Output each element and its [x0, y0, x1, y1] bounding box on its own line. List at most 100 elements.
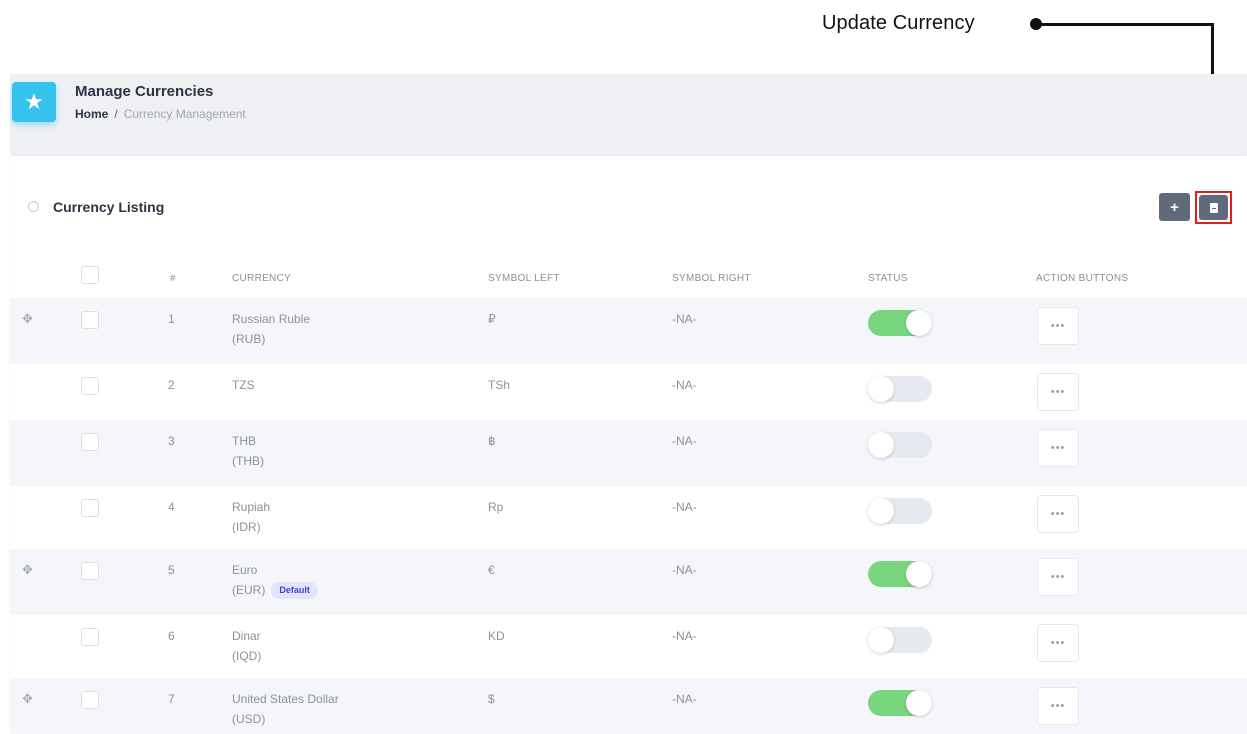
annotation-connector-horizontal: [1040, 23, 1213, 26]
row-number: 6: [168, 629, 175, 643]
symbol-left: ₽: [488, 312, 496, 326]
col-header-action-buttons: ACTION BUTTONS: [1036, 273, 1129, 284]
currency-title: Russian Ruble: [232, 312, 311, 326]
row-actions-button[interactable]: •••: [1037, 429, 1079, 467]
currency-title: United States Dollar: [232, 692, 339, 706]
toggle-knob: [868, 376, 894, 402]
currency-title: THB: [232, 434, 256, 448]
card-header: Currency Listing +: [10, 156, 1247, 256]
row-number: 4: [168, 500, 175, 514]
symbol-right: -NA-: [672, 312, 697, 326]
symbol-right: -NA-: [672, 629, 697, 643]
currency-name: Rupiah (IDR): [232, 497, 270, 537]
status-toggle[interactable]: [868, 376, 932, 402]
status-toggle[interactable]: [868, 561, 932, 587]
currency-code-line: (IQD): [232, 646, 261, 666]
default-badge: Default: [271, 582, 318, 599]
symbol-left: TSh: [488, 378, 511, 392]
table-row: ✥ 5 Euro (EUR) Default € -NA- •••: [10, 549, 1247, 615]
row-checkbox[interactable]: [81, 499, 99, 517]
toggle-knob: [868, 627, 894, 653]
symbol-left: Rp: [488, 500, 504, 514]
row-number: 7: [168, 692, 175, 706]
row-actions-button[interactable]: •••: [1037, 687, 1079, 725]
breadcrumb-separator: /: [114, 107, 118, 121]
row-number: 5: [168, 563, 175, 577]
symbol-left: KD: [488, 629, 505, 643]
symbol-left: $: [488, 692, 495, 706]
drag-handle-icon[interactable]: ✥: [22, 562, 33, 578]
row-actions-button[interactable]: •••: [1037, 558, 1079, 596]
symbol-right: -NA-: [672, 378, 697, 392]
status-toggle[interactable]: [868, 498, 932, 524]
row-actions-button[interactable]: •••: [1037, 495, 1079, 533]
circle-icon: [28, 201, 39, 212]
row-checkbox[interactable]: [81, 433, 99, 451]
select-all-checkbox[interactable]: [81, 266, 99, 284]
toggle-knob: [868, 432, 894, 458]
row-actions-button[interactable]: •••: [1037, 624, 1079, 662]
currency-name: Euro (EUR) Default: [232, 560, 318, 600]
currency-title: Dinar: [232, 629, 261, 643]
currency-code-line: (IDR): [232, 517, 270, 537]
toggle-knob: [906, 561, 932, 587]
status-toggle[interactable]: [868, 432, 932, 458]
drag-handle-icon[interactable]: ✥: [22, 311, 33, 327]
row-checkbox[interactable]: [81, 628, 99, 646]
symbol-right: -NA-: [672, 692, 697, 706]
symbol-left: ฿: [488, 434, 496, 448]
currency-code: (RUB): [232, 332, 266, 346]
row-checkbox[interactable]: [81, 562, 99, 580]
table-header: # CURRENCY SYMBOL LEFT SYMBOL RIGHT STAT…: [10, 256, 1247, 298]
symbol-right: -NA-: [672, 563, 697, 577]
table-row: 2 TZS TSh -NA- •••: [10, 364, 1247, 420]
table-row: ✥ 1 Russian Ruble (RUB) ₽ -NA- •••: [10, 298, 1247, 364]
currency-code: (IQD): [232, 649, 262, 663]
table-row: 6 Dinar (IQD) KD -NA- •••: [10, 615, 1247, 678]
status-toggle[interactable]: [868, 690, 932, 716]
row-number: 1: [168, 312, 175, 326]
row-checkbox[interactable]: [81, 377, 99, 395]
symbol-left: €: [488, 563, 495, 577]
col-header-symbol-right: SYMBOL RIGHT: [672, 273, 751, 284]
row-actions-button[interactable]: •••: [1037, 373, 1079, 411]
row-checkbox[interactable]: [81, 311, 99, 329]
col-header-status: STATUS: [868, 273, 908, 284]
currency-listing-card: Currency Listing + # CURRENCY SYMBOL LEF…: [10, 156, 1247, 734]
currency-code-line: (EUR) Default: [232, 580, 318, 600]
file-icon: [1209, 202, 1218, 213]
update-currency-highlight: [1195, 191, 1232, 224]
currency-title: TZS: [232, 378, 255, 392]
row-number: 3: [168, 434, 175, 448]
currency-name: Dinar (IQD): [232, 626, 261, 666]
currency-code: (USD): [232, 712, 266, 726]
drag-handle-icon[interactable]: ✥: [22, 691, 33, 707]
add-currency-button[interactable]: +: [1159, 193, 1190, 221]
currency-code: (IDR): [232, 520, 261, 534]
table-row: 4 Rupiah (IDR) Rp -NA- •••: [10, 486, 1247, 549]
currency-title: Euro: [232, 563, 258, 577]
col-header-symbol-left: SYMBOL LEFT: [488, 273, 560, 284]
card-title: Currency Listing: [53, 199, 165, 215]
currency-code-line: (USD): [232, 709, 339, 729]
symbol-right: -NA-: [672, 434, 697, 448]
currency-code: (THB): [232, 454, 264, 468]
col-header-currency: CURRENCY: [232, 273, 292, 284]
breadcrumb-home-link[interactable]: Home: [75, 107, 108, 121]
status-toggle[interactable]: [868, 310, 932, 336]
star-icon: ★: [12, 82, 56, 122]
update-currency-annotation: Update Currency: [822, 12, 975, 34]
currency-name: Russian Ruble (RUB): [232, 309, 310, 349]
table-row: 3 THB (THB) ฿ -NA- •••: [10, 420, 1247, 486]
currency-name: United States Dollar (USD): [232, 689, 339, 729]
page-title: Manage Currencies: [75, 83, 214, 100]
toggle-knob: [906, 310, 932, 336]
col-header-number: #: [170, 273, 176, 284]
row-checkbox[interactable]: [81, 691, 99, 709]
currency-name: TZS: [232, 375, 255, 395]
update-currency-button[interactable]: [1199, 195, 1228, 220]
currency-name: THB (THB): [232, 431, 264, 471]
row-actions-button[interactable]: •••: [1037, 307, 1079, 345]
currency-code-line: (RUB): [232, 329, 310, 349]
status-toggle[interactable]: [868, 627, 932, 653]
